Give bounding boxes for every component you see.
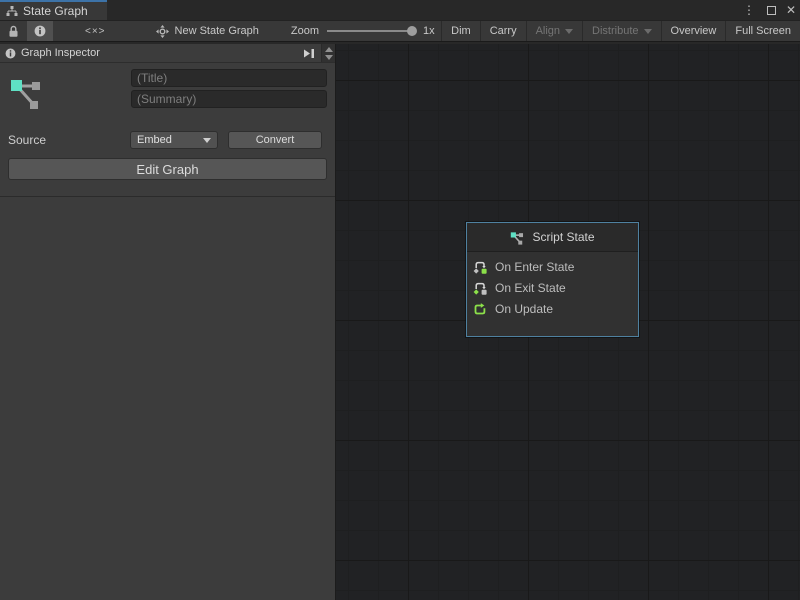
toolbar-right-group: Dim Carry Align Distribute Overview Full… <box>441 21 800 41</box>
convert-label: Convert <box>256 134 295 146</box>
tab-label: State Graph <box>23 4 88 18</box>
new-graph-label: New State Graph <box>175 25 259 37</box>
align-dropdown-button[interactable]: Align <box>526 21 582 41</box>
chevron-down-icon <box>644 29 652 34</box>
chevron-down-icon <box>203 138 211 143</box>
hierarchy-graph-icon <box>6 5 18 17</box>
edit-graph-button[interactable]: Edit Graph <box>8 158 327 180</box>
carry-label: Carry <box>490 25 517 37</box>
event-label: On Enter State <box>495 260 574 274</box>
inspector-header: Graph Inspector <box>0 44 335 63</box>
close-icon[interactable]: ✕ <box>786 4 796 16</box>
code-preview-button[interactable]: <×> <box>67 21 124 41</box>
fullscreen-button[interactable]: Full Screen <box>725 21 800 41</box>
event-row-on-update: On Update <box>473 302 632 316</box>
title-field[interactable] <box>131 69 327 87</box>
tab-bar: State Graph ⋮ ✕ <box>0 0 800 20</box>
inspector-toggle-button[interactable] <box>27 21 53 41</box>
node-header[interactable]: Script State <box>467 223 638 252</box>
zoom-control: Zoom 1x <box>291 21 435 41</box>
source-row: Source Embed Convert <box>0 131 335 149</box>
state-exit-icon <box>473 281 487 295</box>
zoom-slider-handle[interactable] <box>407 26 417 36</box>
distribute-dropdown-button[interactable]: Distribute <box>582 21 660 41</box>
dim-button[interactable]: Dim <box>441 21 480 41</box>
graph-asset-icon <box>156 25 169 38</box>
tab-state-graph[interactable]: State Graph <box>0 0 107 20</box>
zoom-slider-track[interactable] <box>327 30 415 32</box>
event-row-on-exit: On Exit State <box>473 281 632 295</box>
align-label: Align <box>536 25 560 37</box>
dim-label: Dim <box>451 25 471 37</box>
inspector-title: Graph Inspector <box>21 47 100 59</box>
event-label: On Exit State <box>495 281 566 295</box>
main-area: Graph Inspector <box>0 44 800 600</box>
event-row-on-enter: On Enter State <box>473 260 632 274</box>
window-controls: ⋮ ✕ <box>741 0 796 20</box>
source-dropdown-value: Embed <box>137 134 172 146</box>
graph-branch-icon <box>510 230 525 245</box>
panel-scroll-spinner[interactable] <box>321 44 335 62</box>
script-state-node[interactable]: Script State On Enter State <box>466 222 639 337</box>
graph-inspector-panel: Graph Inspector <box>0 44 336 600</box>
inspector-empty-area <box>0 197 335 600</box>
arrow-down-icon[interactable] <box>325 55 333 60</box>
graph-title-section <box>0 69 335 116</box>
distribute-label: Distribute <box>592 25 638 37</box>
carry-button[interactable]: Carry <box>480 21 526 41</box>
dock-sidebar-button[interactable] <box>297 44 321 62</box>
dock-icon <box>302 48 316 59</box>
zoom-slider[interactable] <box>327 26 415 36</box>
state-enter-icon <box>473 260 487 274</box>
menu-kebab-icon[interactable]: ⋮ <box>741 4 757 16</box>
node-event-list: On Enter State On Exit State <box>467 252 638 316</box>
code-icon: <×> <box>85 26 106 37</box>
convert-button[interactable]: Convert <box>228 131 322 149</box>
graph-canvas[interactable]: Script State On Enter State <box>336 44 800 600</box>
source-dropdown[interactable]: Embed <box>130 131 218 149</box>
info-icon <box>5 48 16 59</box>
lock-button[interactable] <box>0 21 27 41</box>
event-label: On Update <box>495 302 553 316</box>
zoom-label: Zoom <box>291 25 319 37</box>
new-graph-button[interactable]: New State Graph <box>150 21 265 41</box>
graph-toolbar: <×> New State Graph Zoom 1x Dim Carry <box>0 20 800 42</box>
edit-graph-label: Edit Graph <box>136 162 198 177</box>
zoom-value: 1x <box>423 25 435 37</box>
update-loop-icon <box>473 302 487 316</box>
info-icon <box>34 25 46 37</box>
lock-icon <box>8 25 19 38</box>
summary-field[interactable] <box>131 90 327 108</box>
chevron-down-icon <box>565 29 573 34</box>
maximize-icon[interactable] <box>767 6 776 15</box>
source-label: Source <box>8 133 130 147</box>
fullscreen-label: Full Screen <box>735 25 791 37</box>
graph-branch-icon <box>0 69 131 116</box>
overview-button[interactable]: Overview <box>661 21 726 41</box>
node-title: Script State <box>532 230 594 244</box>
arrow-up-icon[interactable] <box>325 47 333 52</box>
overview-label: Overview <box>671 25 717 37</box>
